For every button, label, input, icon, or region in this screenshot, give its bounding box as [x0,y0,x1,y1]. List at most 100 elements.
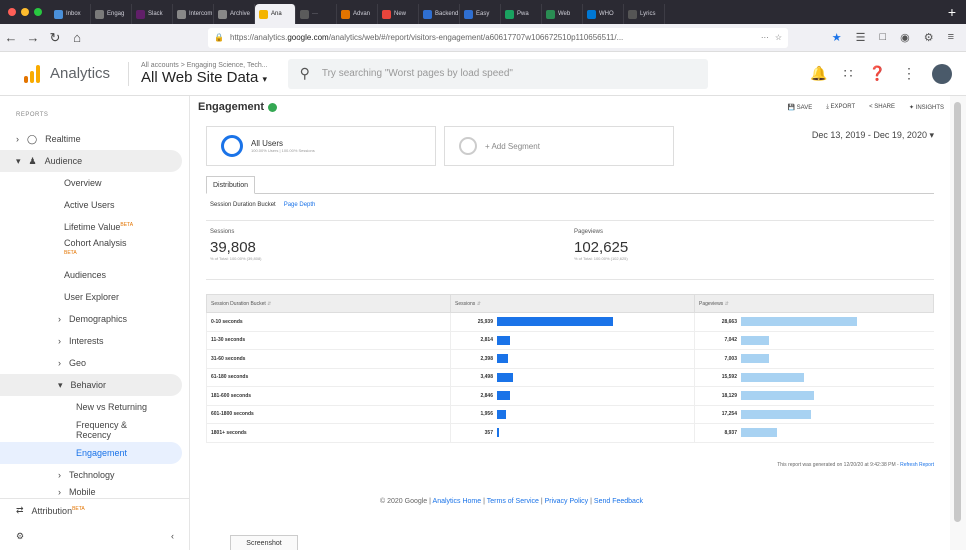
browser-tab[interactable]: Pwa [501,4,542,24]
browser-tab[interactable]: ··· [296,4,337,24]
sidebar-item-attribution[interactable]: ⇄ AttributionBETA [0,498,190,522]
browser-tab[interactable]: Easy [460,4,501,24]
sidebar-item-label: Demographics [69,314,128,324]
refresh-report-link[interactable]: Refresh Report [900,462,934,468]
sessions-bar [497,354,508,364]
column-header-sessions[interactable]: Sessions ⇵ [450,294,695,313]
browser-tab[interactable]: Ana [255,4,296,24]
sidebar-item-label: Geo [69,358,87,368]
sidebar-item-audience[interactable]: ▾ ♟ Audience [0,150,182,172]
column-header-label: Session Duration Bucket [211,300,266,307]
reload-icon[interactable]: ↻ [44,30,66,46]
close-window-button[interactable] [8,8,16,16]
expand-caret-icon: › [16,134,19,144]
admin-gear-icon[interactable]: ⚙ [16,531,24,542]
insights-button[interactable]: ✦ INSIGHTS [909,104,944,111]
share-button[interactable]: < SHARE [869,104,895,111]
column-header-bucket[interactable]: Session Duration Bucket ⇵ [206,294,451,313]
page-depth-link[interactable]: Page Depth [284,202,316,208]
avatar[interactable] [932,63,952,84]
sidebar-item-realtime[interactable]: › ◯ Realtime [0,128,189,150]
forward-arrow-icon[interactable]: → [22,30,44,45]
url-bar[interactable]: 🔒 https://analytics.google.com/analytics… [208,27,788,48]
date-range-text: Dec 13, 2019 - Dec 19, 2020 [811,130,927,140]
screenshot-button[interactable]: Screenshot [230,535,298,550]
home-icon[interactable]: ⌂ [66,30,88,45]
extension-icon[interactable]: ◉ [900,31,910,44]
sidebar-item-interests[interactable]: › Interests [0,330,189,352]
bookmark-star-icon[interactable]: ☆ [775,33,782,42]
scrollbar-thumb[interactable] [954,102,961,522]
page-title: Engagement [198,101,278,113]
more-vert-icon[interactable]: ⋮ [902,65,916,82]
page-footer: © 2020 Google | Analytics Home | Terms o… [380,498,643,505]
browser-tab[interactable]: Engag [91,4,132,24]
sidebar-item-lifetime-value[interactable]: Lifetime ValueBETA [0,216,189,238]
sidebar-item-audiences[interactable]: Audiences [0,264,189,286]
minimize-window-button[interactable] [21,8,29,16]
page-scrollbar[interactable] [950,96,966,550]
browser-tab[interactable]: Lyrics [624,4,665,24]
sidebar-item-geo[interactable]: › Geo [0,352,189,374]
footer-link-terms[interactable]: Terms of Service [487,498,539,505]
notifications-bell-icon[interactable]: 🔔 [810,65,827,82]
sidebar-item-mobile[interactable]: › Mobile [0,486,189,498]
browser-tab-label: Backend [435,11,459,17]
sidebar-item-technology[interactable]: › Technology [0,464,189,486]
export-button[interactable]: ⤓ EXPORT [826,104,855,111]
table-row: 11-30 seconds 2,814 7,042 [206,331,934,350]
hamburger-menu-icon[interactable]: ≡ [948,31,954,44]
new-tab-button[interactable]: + [938,4,966,20]
analytics-logo-icon[interactable] [24,64,40,83]
sidebar-item-user-explorer[interactable]: User Explorer [0,286,189,308]
apps-grid-icon[interactable]: ∷ [844,65,853,82]
browser-tab-label: Lyrics [640,11,656,17]
add-segment-button[interactable]: + Add Segment [444,126,674,166]
sidebar-item-active-users[interactable]: Active Users [0,194,189,216]
browser-tab[interactable]: WHO [583,4,624,24]
beta-badge: BETA [120,222,134,228]
zoom-window-button[interactable] [34,8,42,16]
segment-all-users[interactable]: All Users 100.00% Users | 100.00% Sessio… [206,126,436,166]
library-icon[interactable]: ☰ [856,31,866,44]
settings-icon[interactable]: ⚙ [924,31,934,44]
footer-link-analytics-home[interactable]: Analytics Home [433,498,482,505]
sidebar-item-new-vs-returning[interactable]: New vs Returning [0,396,189,418]
collapse-sidebar-icon[interactable]: ‹ [171,531,174,541]
column-header-pageviews[interactable]: Pageviews ⇵ [694,294,934,313]
browser-tab[interactable]: Advan [337,4,378,24]
back-arrow-icon[interactable]: ← [0,30,22,45]
page-actions-menu[interactable]: ··· [761,33,769,42]
sessions-bar [497,391,510,401]
sidebar-item-frequency-recency[interactable]: Frequency & Recency [0,418,189,442]
share-label: SHARE [874,103,895,110]
account-selector[interactable]: All accounts > Engaging Science, Tech...… [128,61,268,86]
browser-tab[interactable]: Archive [214,4,255,24]
browser-tab[interactable]: Intercom [173,4,214,24]
save-button[interactable]: 💾 SAVE [788,104,813,111]
bookmarks-star-icon[interactable]: ★ [832,31,842,44]
browser-tab[interactable]: Inbox [50,4,91,24]
tab-distribution[interactable]: Distribution [206,176,256,194]
date-range-picker[interactable]: Dec 13, 2019 - Dec 19, 2020 ▾ [812,130,934,141]
browser-tab[interactable]: Backend [419,4,460,24]
browser-tab[interactable]: Slack [132,4,173,24]
sidebar-item-demographics[interactable]: › Demographics [0,308,189,330]
sidebar-item-behavior[interactable]: ▾ Behavior [0,374,182,396]
sidebar-item-engagement[interactable]: Engagement [0,442,182,464]
sidebar-icon[interactable]: □ [879,31,886,44]
save-icon: 💾 [787,104,797,111]
browser-tab[interactable]: New [378,4,419,24]
footer-link-feedback[interactable]: Send Feedback [594,498,643,505]
browser-tab[interactable]: Web [542,4,583,24]
pageviews-cell: 7,042 [694,331,934,350]
sidebar-item-overview[interactable]: Overview [0,172,189,194]
browser-tab-label: Slack [148,11,163,17]
sidebar-item-cohort-analysis[interactable]: Cohort Analysis BETA [0,238,189,264]
url-text: https://analytics.google.com/analytics/w… [230,33,623,42]
metric-label: Pageviews [574,229,604,235]
help-icon[interactable]: ❓ [869,65,886,82]
footer-link-privacy[interactable]: Privacy Policy [545,498,589,505]
metric-sessions: Sessions 39,808 % of Total: 100.00% (39,… [206,221,570,279]
search-input[interactable]: ⚲ Try searching "Worst pages by load spe… [287,58,708,89]
